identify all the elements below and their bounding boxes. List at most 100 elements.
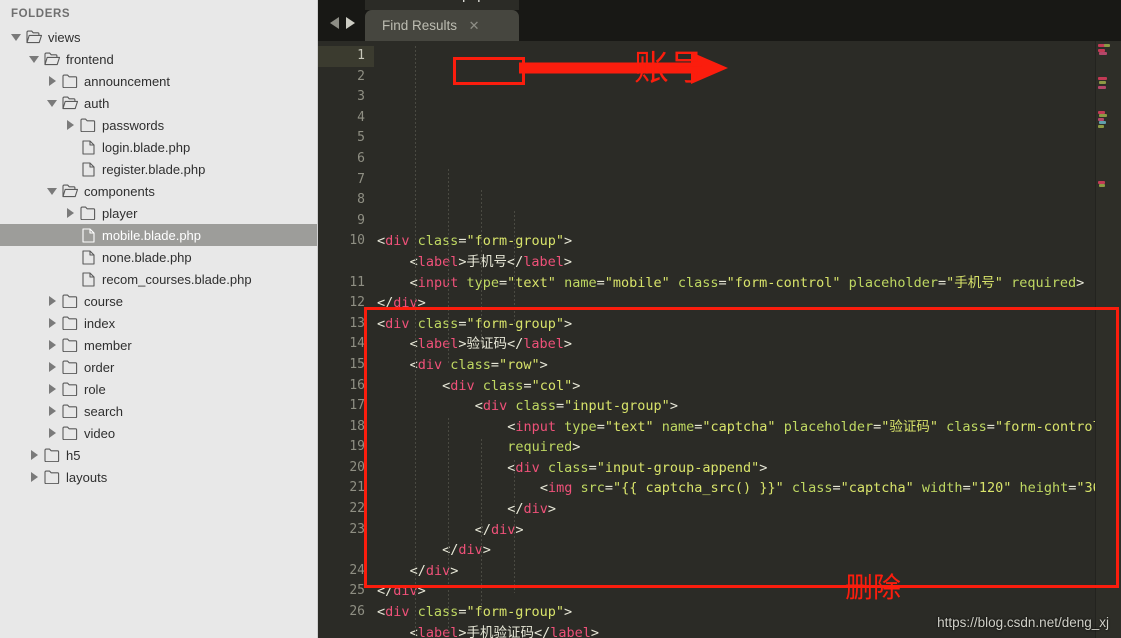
chevron-right-icon[interactable] [44, 290, 60, 312]
file-tree[interactable]: views frontend announcement auth passwords lo… [0, 26, 317, 488]
folder-closed-icon [60, 382, 80, 396]
line-number: 16 [349, 377, 365, 393]
tree-item-label: layouts [66, 469, 108, 485]
tree-item-player[interactable]: player [0, 202, 317, 224]
tab-bar[interactable]: mobile.blade.php✕Find Results✕ [318, 0, 1121, 41]
folder-closed-icon [42, 448, 62, 462]
chevron-right-icon[interactable] [44, 422, 60, 444]
chevron-down-icon[interactable] [8, 26, 24, 48]
tree-item-course[interactable]: course [0, 290, 317, 312]
code-line: </div> [377, 295, 426, 312]
code-line: </div> [377, 583, 426, 600]
chevron-right-icon[interactable] [44, 334, 60, 356]
file-icon [78, 227, 98, 243]
tree-item-label: order [84, 359, 115, 375]
code-line: <div class="input-group-append"> [507, 459, 768, 476]
chevron-right-icon[interactable] [44, 400, 60, 422]
tab-next-arrow-icon[interactable] [346, 17, 355, 29]
tree-item-role[interactable]: role [0, 378, 317, 400]
tree-item-register-blade-php[interactable]: register.blade.php [0, 158, 317, 180]
chevron-right-icon[interactable] [26, 444, 42, 466]
tree-item-announcement[interactable]: announcement [0, 70, 317, 92]
tab-mobile-blade-php[interactable]: mobile.blade.php✕ [365, 0, 519, 10]
indent-guide [448, 418, 449, 634]
minimap-line [1099, 52, 1107, 55]
sidebar-heading: FOLDERS [11, 8, 71, 20]
tab-find-results[interactable]: Find Results ✕ [365, 10, 519, 41]
code-line: </div> [442, 542, 491, 559]
file-icon [78, 161, 98, 177]
line-number: 9 [357, 212, 365, 228]
line-number: 13 [349, 315, 365, 331]
code-minimap[interactable] [1095, 41, 1121, 638]
indent-guide [481, 439, 482, 614]
editor-pane: mobile.blade.php✕Find Results✕ 123456789… [318, 0, 1121, 638]
tree-item-search[interactable]: search [0, 400, 317, 422]
tree-item-label: register.blade.php [102, 161, 206, 177]
tree-item-layouts[interactable]: layouts [0, 466, 317, 488]
tree-item-order[interactable]: order [0, 356, 317, 378]
spacer-icon [62, 268, 78, 290]
watermark-text: https://blog.csdn.net/deng_xj [937, 615, 1109, 630]
minimap-line [1104, 44, 1110, 47]
line-number [318, 623, 374, 638]
folder-closed-icon [78, 206, 98, 220]
tab-close-icon[interactable]: ✕ [485, 0, 519, 3]
tree-item-login-blade-php[interactable]: login.blade.php [0, 136, 317, 158]
tree-item-video[interactable]: video [0, 422, 317, 444]
tree-item-label: views [48, 29, 81, 45]
folder-closed-icon [78, 118, 98, 132]
code-text[interactable]: <div class="form-group"> <label>手机号</lab… [374, 41, 1121, 638]
code-line: <input type="text" name="captcha" placeh… [507, 418, 1109, 435]
line-number: 12 [349, 295, 365, 311]
tab-label: mobile.blade.php [382, 0, 485, 2]
tab-list[interactable]: mobile.blade.php✕Find Results✕ [365, 0, 519, 41]
tab-nav-arrows[interactable] [318, 17, 365, 41]
code-line: <div class="form-group"> [377, 315, 573, 332]
tree-item-auth[interactable]: auth [0, 92, 317, 114]
chevron-right-icon[interactable] [62, 114, 78, 136]
code-line: <div class="row"> [409, 356, 548, 373]
tree-item-h5[interactable]: h5 [0, 444, 317, 466]
chevron-right-icon[interactable] [44, 356, 60, 378]
code-area[interactable]: 1 2 3 4 5 6 7 8 9 10 11 12 13 14 15 16 17 18 19 20 21 22 23 2… [318, 41, 1121, 638]
tree-item-none-blade-php[interactable]: none.blade.php [0, 246, 317, 268]
tree-item-label: search [84, 403, 124, 419]
chevron-down-icon[interactable] [26, 48, 42, 70]
line-number: 26 [349, 604, 365, 620]
folders-sidebar[interactable]: FOLDERS views frontend announcement auth pas… [0, 0, 318, 638]
minimap-line [1099, 184, 1105, 187]
file-icon [78, 249, 98, 265]
tree-item-components[interactable]: components [0, 180, 317, 202]
folder-closed-icon [60, 316, 80, 330]
tree-item-label: video [84, 425, 116, 441]
tree-item-index[interactable]: index [0, 312, 317, 334]
tab-prev-arrow-icon[interactable] [330, 17, 339, 29]
chevron-right-icon[interactable] [44, 312, 60, 334]
tree-item-mobile-blade-php[interactable]: mobile.blade.php [0, 224, 317, 246]
tree-item-label: mobile.blade.php [102, 227, 202, 243]
chevron-right-icon[interactable] [26, 466, 42, 488]
indent-guide [514, 460, 515, 593]
tree-item-frontend[interactable]: frontend [0, 48, 317, 70]
ide-window: FOLDERS views frontend announcement auth pas… [0, 0, 1121, 638]
tree-item-recom-courses-blade-php[interactable]: recom_courses.blade.php [0, 268, 317, 290]
line-number: 24 [349, 562, 365, 578]
code-line: <div class="col"> [442, 377, 581, 394]
chevron-down-icon[interactable] [44, 92, 60, 114]
chevron-right-icon[interactable] [62, 202, 78, 224]
code-line: </div> [474, 521, 524, 538]
spacer-icon [62, 224, 78, 246]
chevron-right-icon[interactable] [44, 70, 60, 92]
tree-item-label: announcement [84, 73, 171, 89]
chevron-down-icon[interactable] [44, 180, 60, 202]
chevron-right-icon[interactable] [44, 378, 60, 400]
spacer-icon [62, 246, 78, 268]
tab-close-icon[interactable]: ✕ [457, 18, 491, 34]
file-icon [78, 271, 98, 287]
line-number: 20 [349, 459, 365, 475]
tree-item-member[interactable]: member [0, 334, 317, 356]
tree-item-passwords[interactable]: passwords [0, 114, 317, 136]
tree-item-label: player [102, 205, 138, 221]
tree-item-views[interactable]: views [0, 26, 317, 48]
